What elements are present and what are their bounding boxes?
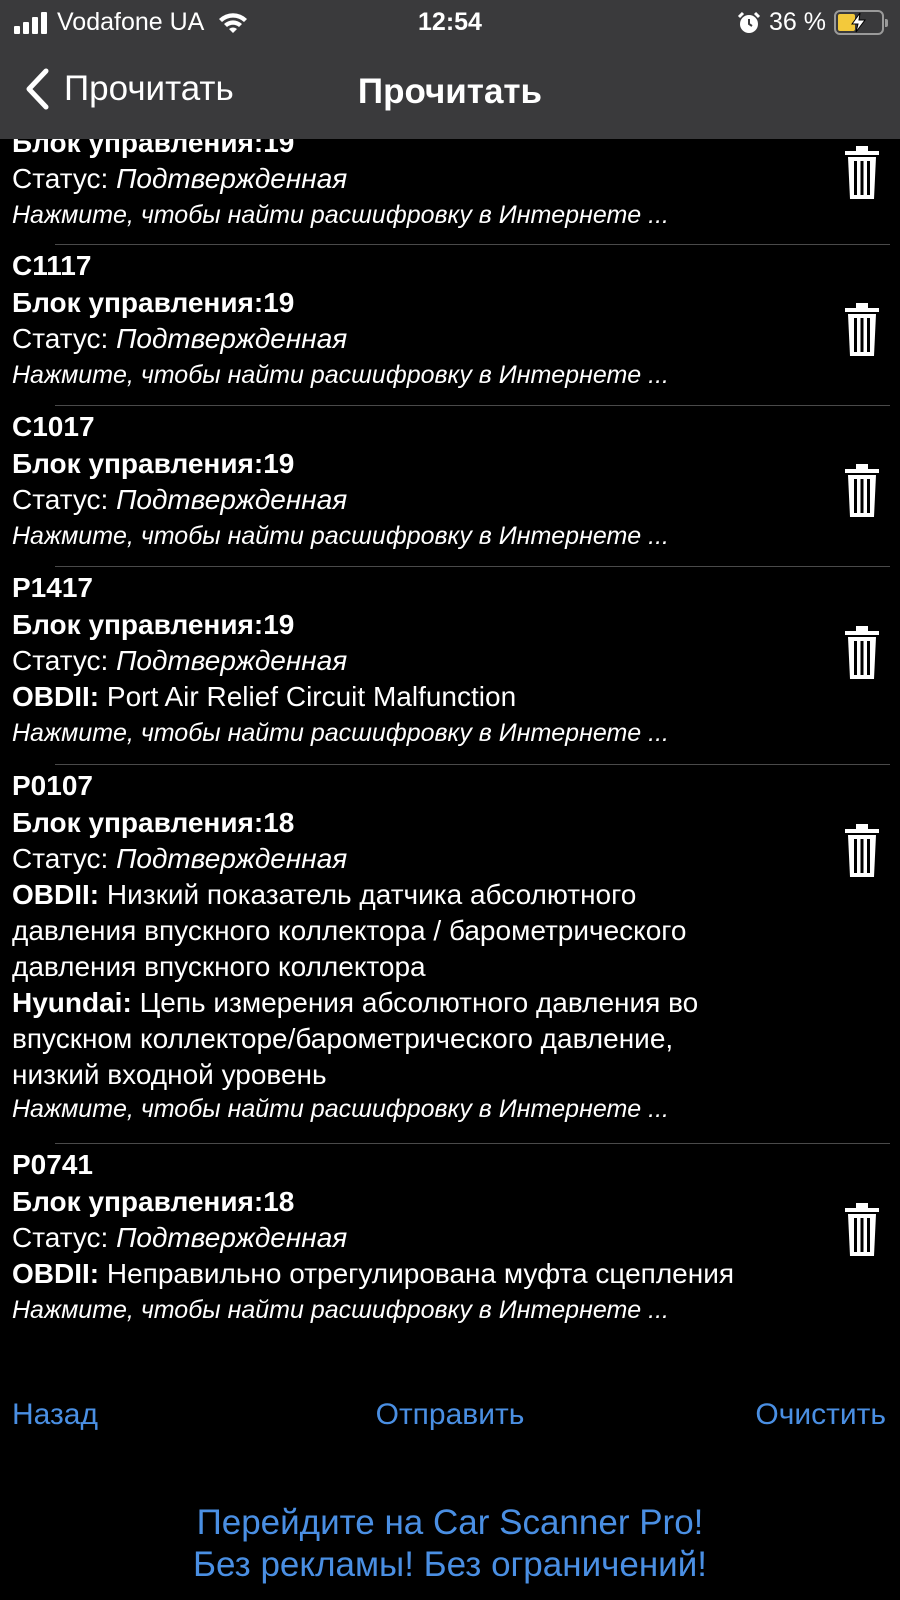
status-right: 36 % [737, 8, 888, 37]
error-code: C1017 [12, 411, 95, 442]
status-bar: Vodafone UA 12:54 36 % [0, 0, 900, 46]
list-item[interactable]: C1017 Блок управления:19 Статус: Подтвер… [0, 406, 900, 564]
obd-description: OBDII: Port Air Relief Circuit Malfuncti… [12, 679, 516, 715]
error-code: P1417 [12, 572, 93, 603]
clear-button[interactable]: Очистить [755, 1398, 886, 1432]
status-value: Подтвержденная [116, 163, 348, 194]
maker-text-line: впускном коллекторе/барометрического дав… [12, 1023, 674, 1054]
status-label: Статус: [12, 163, 109, 194]
search-hint[interactable]: Нажмите, чтобы найти расшифровку в Интер… [12, 1091, 669, 1127]
status-label: Статус: [12, 484, 109, 515]
promo-line-2: Без рекламы! Без ограничений! [193, 1545, 707, 1584]
search-hint[interactable]: Нажмите, чтобы найти расшифровку в Интер… [12, 518, 669, 554]
error-code: P0741 [12, 1149, 93, 1180]
chevron-left-icon [26, 68, 49, 110]
list-item[interactable]: P0107 Блок управления:18 Статус: Подтвер… [0, 765, 900, 1140]
obd-text: Низкий показатель датчика абсолютного [106, 879, 637, 910]
obd-text-line: давления впускного коллектора / барометр… [12, 915, 687, 946]
trash-icon[interactable] [842, 145, 882, 201]
status-label: Статус: [12, 843, 109, 874]
status-label: Статус: [12, 1222, 109, 1253]
status-line: Статус: Подтвержденная [12, 1220, 347, 1256]
status-value: Подтвержденная [116, 645, 348, 676]
status-line: Статус: Подтвержденная [12, 841, 347, 877]
control-unit: Блок управления:19 [12, 609, 295, 640]
error-code: C1117 [12, 250, 92, 281]
obd-description: OBDII: Неправильно отрегулирована муфта … [12, 1256, 734, 1292]
list-item[interactable]: P1417 Блок управления:19 Статус: Подтвер… [0, 567, 900, 763]
obd-text: Неправильно отрегулирована муфта сцеплен… [106, 1258, 735, 1289]
list-item[interactable]: C1117 Блок управления:19 Статус: Подтвер… [0, 245, 900, 403]
status-label: Статус: [12, 323, 109, 354]
trash-icon[interactable] [842, 625, 882, 681]
maker-description: Hyundai: Цепь измерения абсолютного давл… [12, 985, 698, 1021]
battery-icon [834, 10, 888, 35]
status-label: Статус: [12, 645, 109, 676]
control-unit: Блок управления:18 [12, 807, 295, 838]
trash-icon[interactable] [842, 823, 882, 879]
control-unit: Блок управления:19 [12, 139, 295, 158]
status-line: Статус: Подтвержденная [12, 643, 347, 679]
promo-banner[interactable]: Перейдите на Car Scanner Pro! Без реклам… [0, 1502, 900, 1586]
status-value: Подтвержденная [116, 323, 348, 354]
back-nav-button[interactable]: Прочитать [24, 68, 234, 110]
control-unit: Блок управления:19 [12, 287, 295, 318]
trash-icon[interactable] [842, 1202, 882, 1258]
search-hint[interactable]: Нажмите, чтобы найти расшифровку в Интер… [12, 1292, 669, 1328]
status-line: Статус: Подтвержденная [12, 321, 347, 357]
search-hint[interactable]: Нажмите, чтобы найти расшифровку в Интер… [12, 197, 669, 233]
battery-percent: 36 % [769, 8, 826, 36]
obd-description: OBDII: Низкий показатель датчика абсолют… [12, 877, 636, 913]
control-unit: Блок управления:18 [12, 1186, 295, 1217]
navigation-bar: Прочитать Прочитать [0, 60, 900, 124]
maker-text: Цепь измерения абсолютного давления во [139, 987, 699, 1018]
alarm-icon [737, 11, 761, 33]
obd-text: Port Air Relief Circuit Malfunction [106, 681, 517, 712]
top-bar: Vodafone UA 12:54 36 % Прочитать Прочита… [0, 0, 900, 139]
trash-icon[interactable] [842, 463, 882, 519]
maker-text-line: низкий входной уровень [12, 1059, 327, 1090]
list-item[interactable]: Блок управления:19 Статус: Подтвержденна… [0, 139, 900, 239]
search-hint[interactable]: Нажмите, чтобы найти расшифровку в Интер… [12, 357, 669, 393]
status-value: Подтвержденная [116, 484, 348, 515]
status-value: Подтвержденная [116, 1222, 348, 1253]
obd-label: OBDII: [12, 879, 100, 910]
promo-line-1: Перейдите на Car Scanner Pro! [196, 1503, 704, 1542]
obd-label: OBDII: [12, 681, 100, 712]
error-code: P0107 [12, 770, 93, 801]
error-list: Блок управления:19 Статус: Подтвержденна… [0, 139, 900, 1339]
obd-text-line: давления впускного коллектора [12, 951, 426, 982]
trash-icon[interactable] [842, 302, 882, 358]
status-value: Подтвержденная [116, 843, 348, 874]
back-nav-label: Прочитать [64, 69, 234, 108]
control-unit: Блок управления:19 [12, 448, 295, 479]
search-hint[interactable]: Нажмите, чтобы найти расшифровку в Интер… [12, 715, 669, 751]
list-item[interactable]: P0741 Блок управления:18 Статус: Подтвер… [0, 1144, 900, 1339]
maker-label: Hyundai: [12, 987, 132, 1018]
obd-label: OBDII: [12, 1258, 100, 1289]
status-line: Статус: Подтвержденная [12, 482, 347, 518]
status-line: Статус: Подтвержденная [12, 161, 347, 197]
